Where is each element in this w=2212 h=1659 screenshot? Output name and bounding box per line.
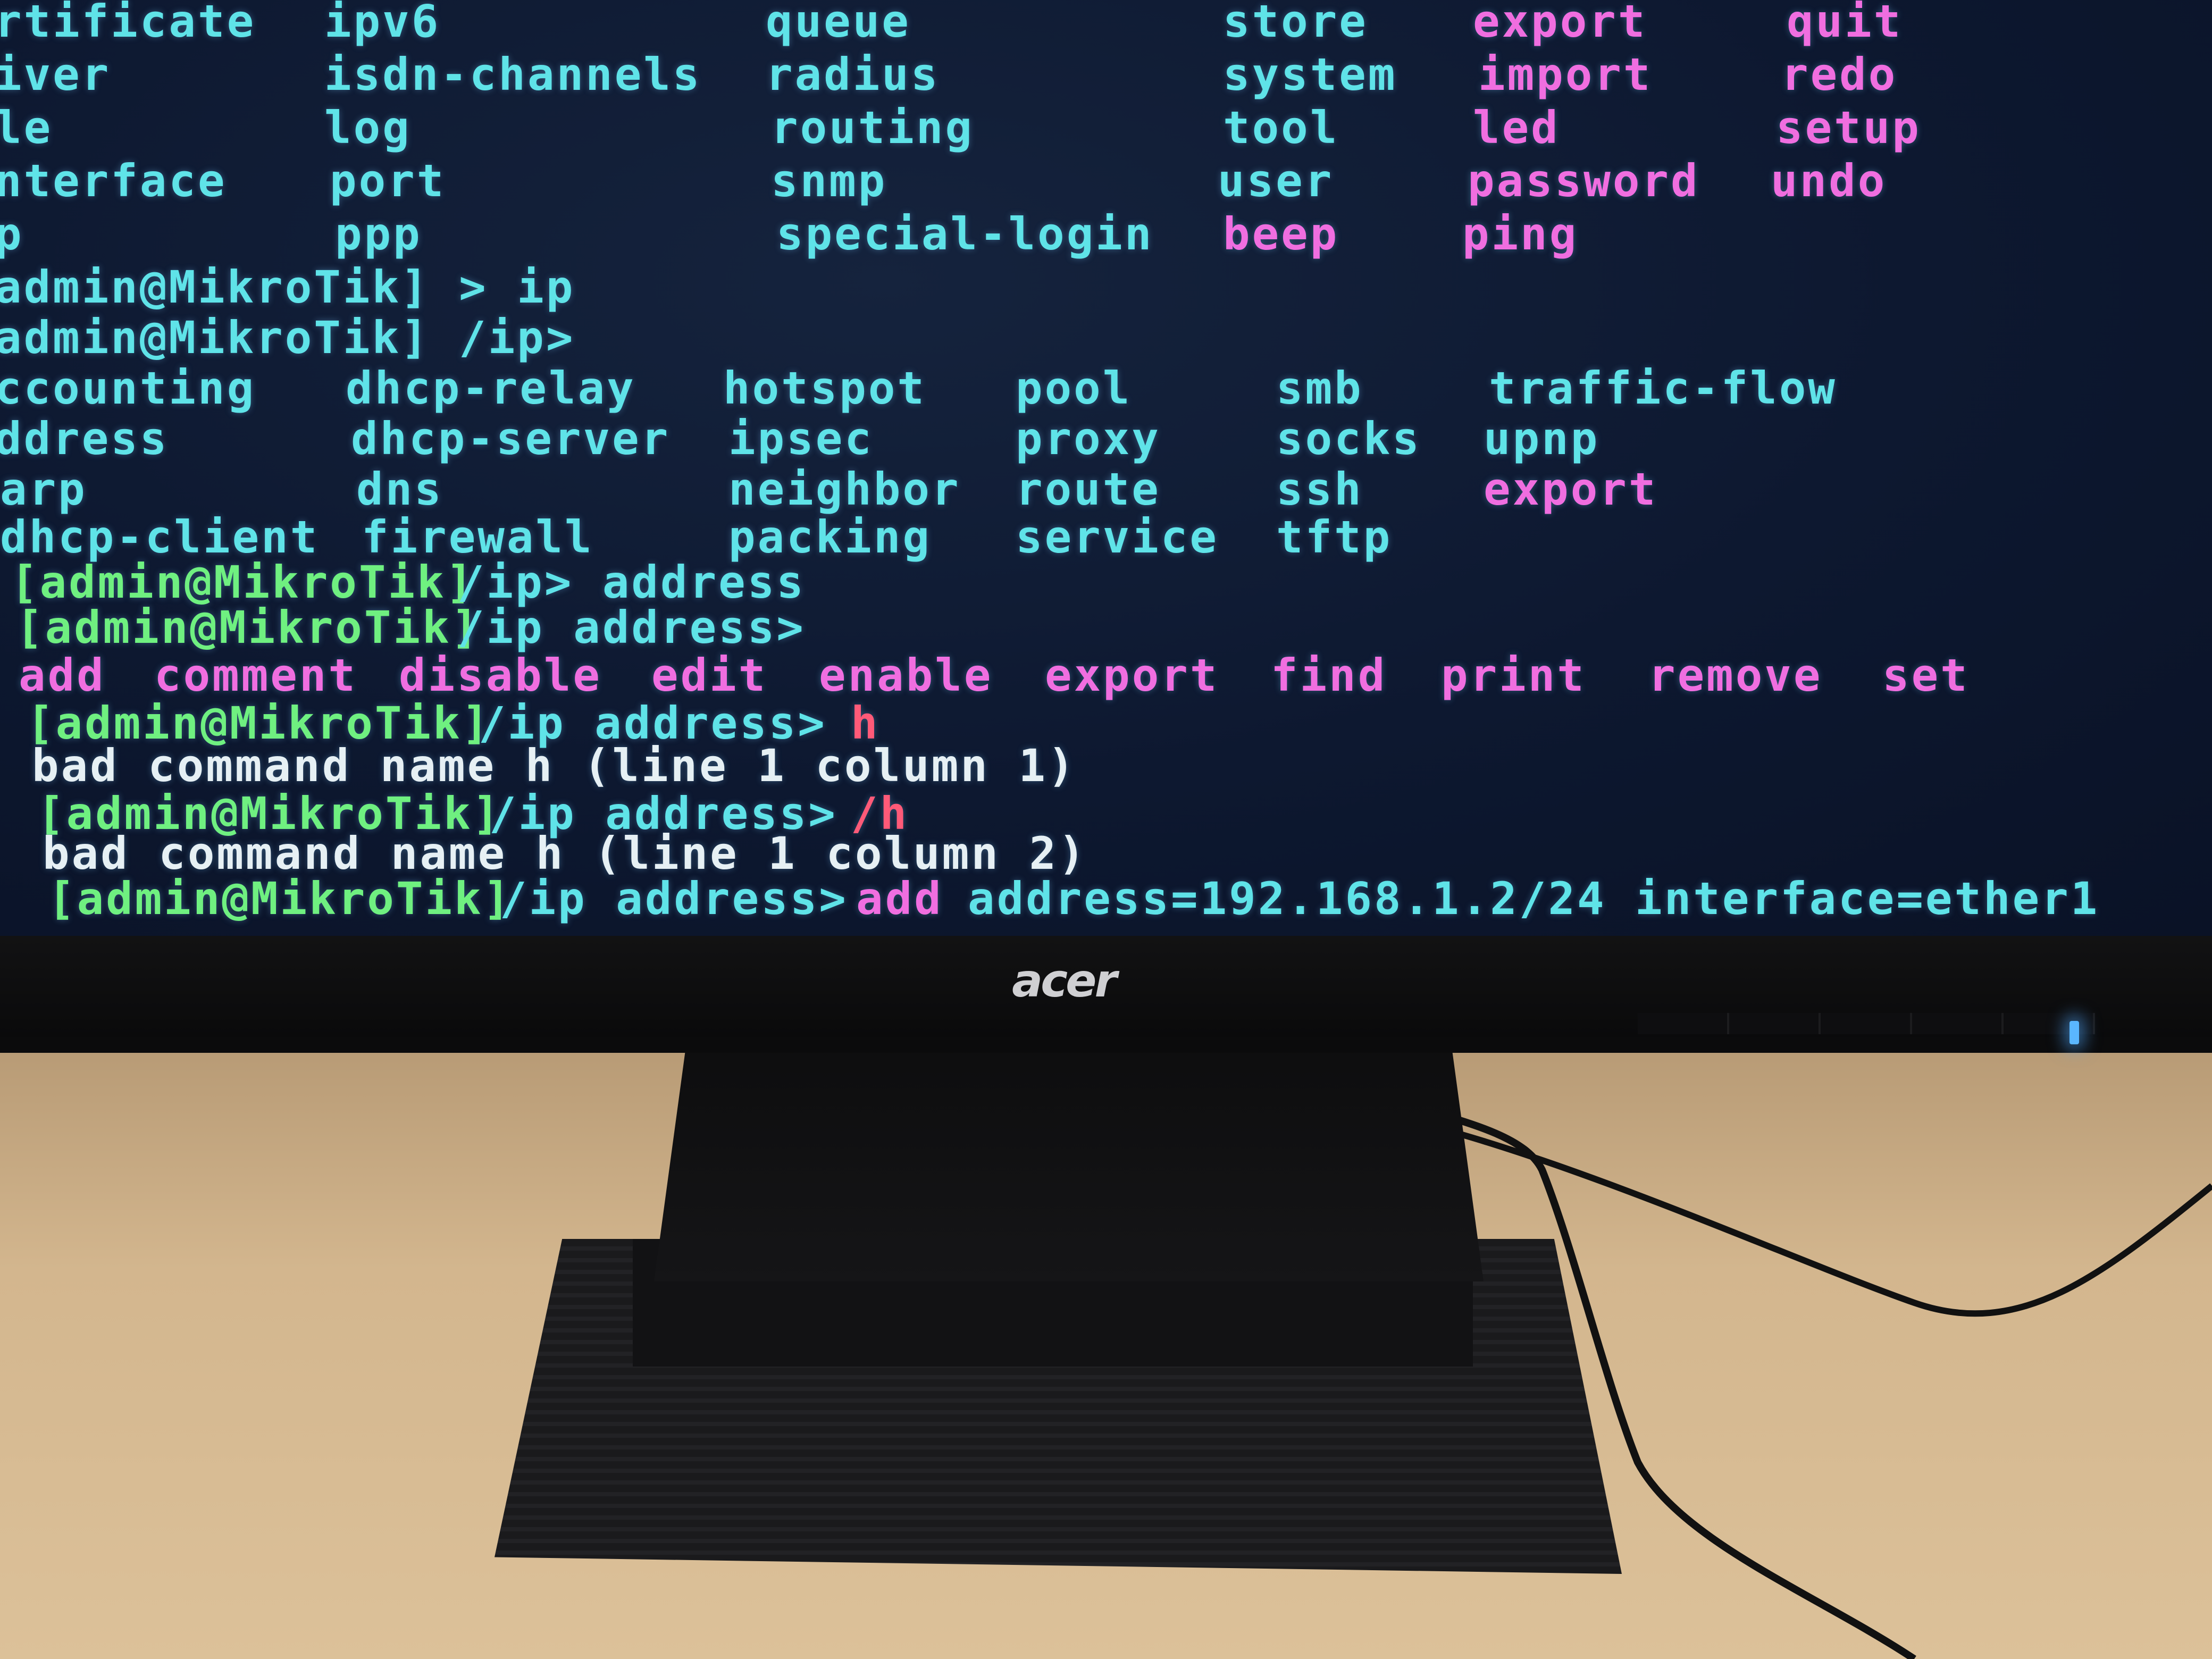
menu-item: ipsec xyxy=(728,413,874,465)
hardware-button[interactable] xyxy=(1912,1013,2004,1034)
menu-item: redo xyxy=(1781,48,1898,100)
menu-item: route xyxy=(1016,463,1161,515)
menu-item: snmp xyxy=(771,155,887,207)
command-item: edit xyxy=(651,649,768,701)
typed-arguments: address=192.168.1.2/24 interface=ether1 xyxy=(968,873,2100,925)
menu-item: quit xyxy=(1787,0,1903,47)
prompt-user: [admin@MikroTik] xyxy=(16,601,481,653)
menu-item: ppp xyxy=(335,208,422,260)
prompt-line-current[interactable]: [admin@MikroTik] /ip address> add addres… xyxy=(0,872,2212,925)
menu-item: ccounting xyxy=(0,362,256,414)
menu-item: p xyxy=(0,208,24,260)
menu-row: iver isdn-channels radius system import … xyxy=(0,48,2212,101)
menu-item: socks xyxy=(1276,413,1421,465)
menu-item: dhcp-server xyxy=(351,413,671,465)
terminal-console[interactable]: rtificate ipv6 queue store export quit i… xyxy=(0,0,2212,936)
menu-item: undo xyxy=(1771,155,1887,207)
menu-item: le xyxy=(0,102,53,154)
menu-item: export xyxy=(1484,463,1658,515)
menu-item: beep xyxy=(1223,208,1339,260)
power-led-icon xyxy=(2069,1021,2079,1044)
ip-menu-row: ddress dhcp-server ipsec proxy socks upn… xyxy=(0,412,2212,465)
prompt-line: admin@MikroTik] > ip xyxy=(0,261,2212,314)
menu-item: rtificate xyxy=(0,0,256,47)
menu-item: nterface xyxy=(0,155,227,207)
menu-item: ssh xyxy=(1276,463,1363,515)
menu-item: neighbor xyxy=(728,463,961,515)
monitor-screen: rtificate ipv6 queue store export quit i… xyxy=(0,0,2212,936)
prompt-text: admin@MikroTik] /ip> xyxy=(0,312,575,364)
command-item: enable xyxy=(819,649,993,701)
menu-item: upnp xyxy=(1484,413,1600,465)
menu-item: user xyxy=(1218,155,1334,207)
typed-verb: add xyxy=(856,873,943,925)
menu-item: iver xyxy=(0,48,111,100)
photo-scene: rtificate ipv6 queue store export quit i… xyxy=(0,0,2212,1659)
prompt-command: /ip address> xyxy=(500,873,848,925)
prompt-line: [admin@MikroTik] /ip address> xyxy=(0,601,2212,654)
menu-item: special-login xyxy=(776,208,1154,260)
menu-item: radius xyxy=(766,48,940,100)
command-item: add xyxy=(19,649,106,701)
menu-row: nterface port snmp user password undo xyxy=(0,154,2212,207)
error-line: bad command name h (line 1 column 1) xyxy=(0,739,2212,792)
menu-item: import xyxy=(1478,48,1653,100)
hardware-button[interactable] xyxy=(2004,1013,2095,1034)
menu-item: ddress xyxy=(0,413,169,465)
menu-row: p ppp special-login beep ping xyxy=(0,207,2212,261)
prompt-text: admin@MikroTik] > ip xyxy=(0,261,575,313)
prompt-user: [admin@MikroTik] xyxy=(48,873,513,925)
menu-item: pool xyxy=(1016,362,1132,414)
command-item: export xyxy=(1045,649,1219,701)
menu-item: ping xyxy=(1462,208,1579,260)
menu-item: port xyxy=(330,155,446,207)
menu-item: tool xyxy=(1223,102,1339,154)
menu-item: dns xyxy=(356,463,443,515)
ip-menu-row: ccounting dhcp-relay hotspot pool smb tr… xyxy=(0,362,2212,415)
menu-item: traffic-flow xyxy=(1489,362,1837,414)
menu-item: setup xyxy=(1776,102,1921,154)
command-item: disable xyxy=(399,649,602,701)
menu-row: rtificate ipv6 queue store export quit xyxy=(0,0,2212,48)
menu-item: export xyxy=(1473,0,1647,47)
menu-item: led xyxy=(1473,102,1560,154)
menu-item: store xyxy=(1223,0,1368,47)
prompt-line: admin@MikroTik] /ip> xyxy=(0,311,2212,364)
address-commands-row: add comment disable edit enable export f… xyxy=(0,649,2212,702)
error-message: bad command name h (line 1 column 1) xyxy=(32,740,1077,792)
hardware-button[interactable] xyxy=(1729,1013,1821,1034)
prompt-command: /ip address> xyxy=(457,601,806,653)
menu-item: routing xyxy=(771,102,975,154)
command-item: find xyxy=(1271,649,1387,701)
menu-item: ipv6 xyxy=(324,0,441,47)
command-item: remove xyxy=(1648,649,1823,701)
menu-item: dhcp-relay xyxy=(346,362,636,414)
ip-menu-row: arp dns neighbor route ssh export xyxy=(0,463,2212,516)
menu-item: queue xyxy=(766,0,911,47)
hardware-button[interactable] xyxy=(1821,1013,1912,1034)
menu-row: le log routing tool led setup xyxy=(0,101,2212,154)
menu-item: proxy xyxy=(1016,413,1161,465)
menu-item: log xyxy=(324,102,412,154)
command-item: comment xyxy=(154,649,358,701)
menu-item: password xyxy=(1468,155,1700,207)
menu-item: smb xyxy=(1276,362,1363,414)
monitor-stand-neck xyxy=(654,1037,1484,1281)
menu-item: system xyxy=(1223,48,1397,100)
command-item: print xyxy=(1441,649,1586,701)
menu-item: hotspot xyxy=(723,362,927,414)
monitor-control-buttons xyxy=(1638,1013,2095,1034)
hardware-button[interactable] xyxy=(1638,1013,1729,1034)
command-item: set xyxy=(1882,649,1970,701)
brand-logo: acer xyxy=(1012,954,1117,1008)
menu-item: isdn-channels xyxy=(324,48,702,100)
menu-item: arp xyxy=(0,463,87,515)
